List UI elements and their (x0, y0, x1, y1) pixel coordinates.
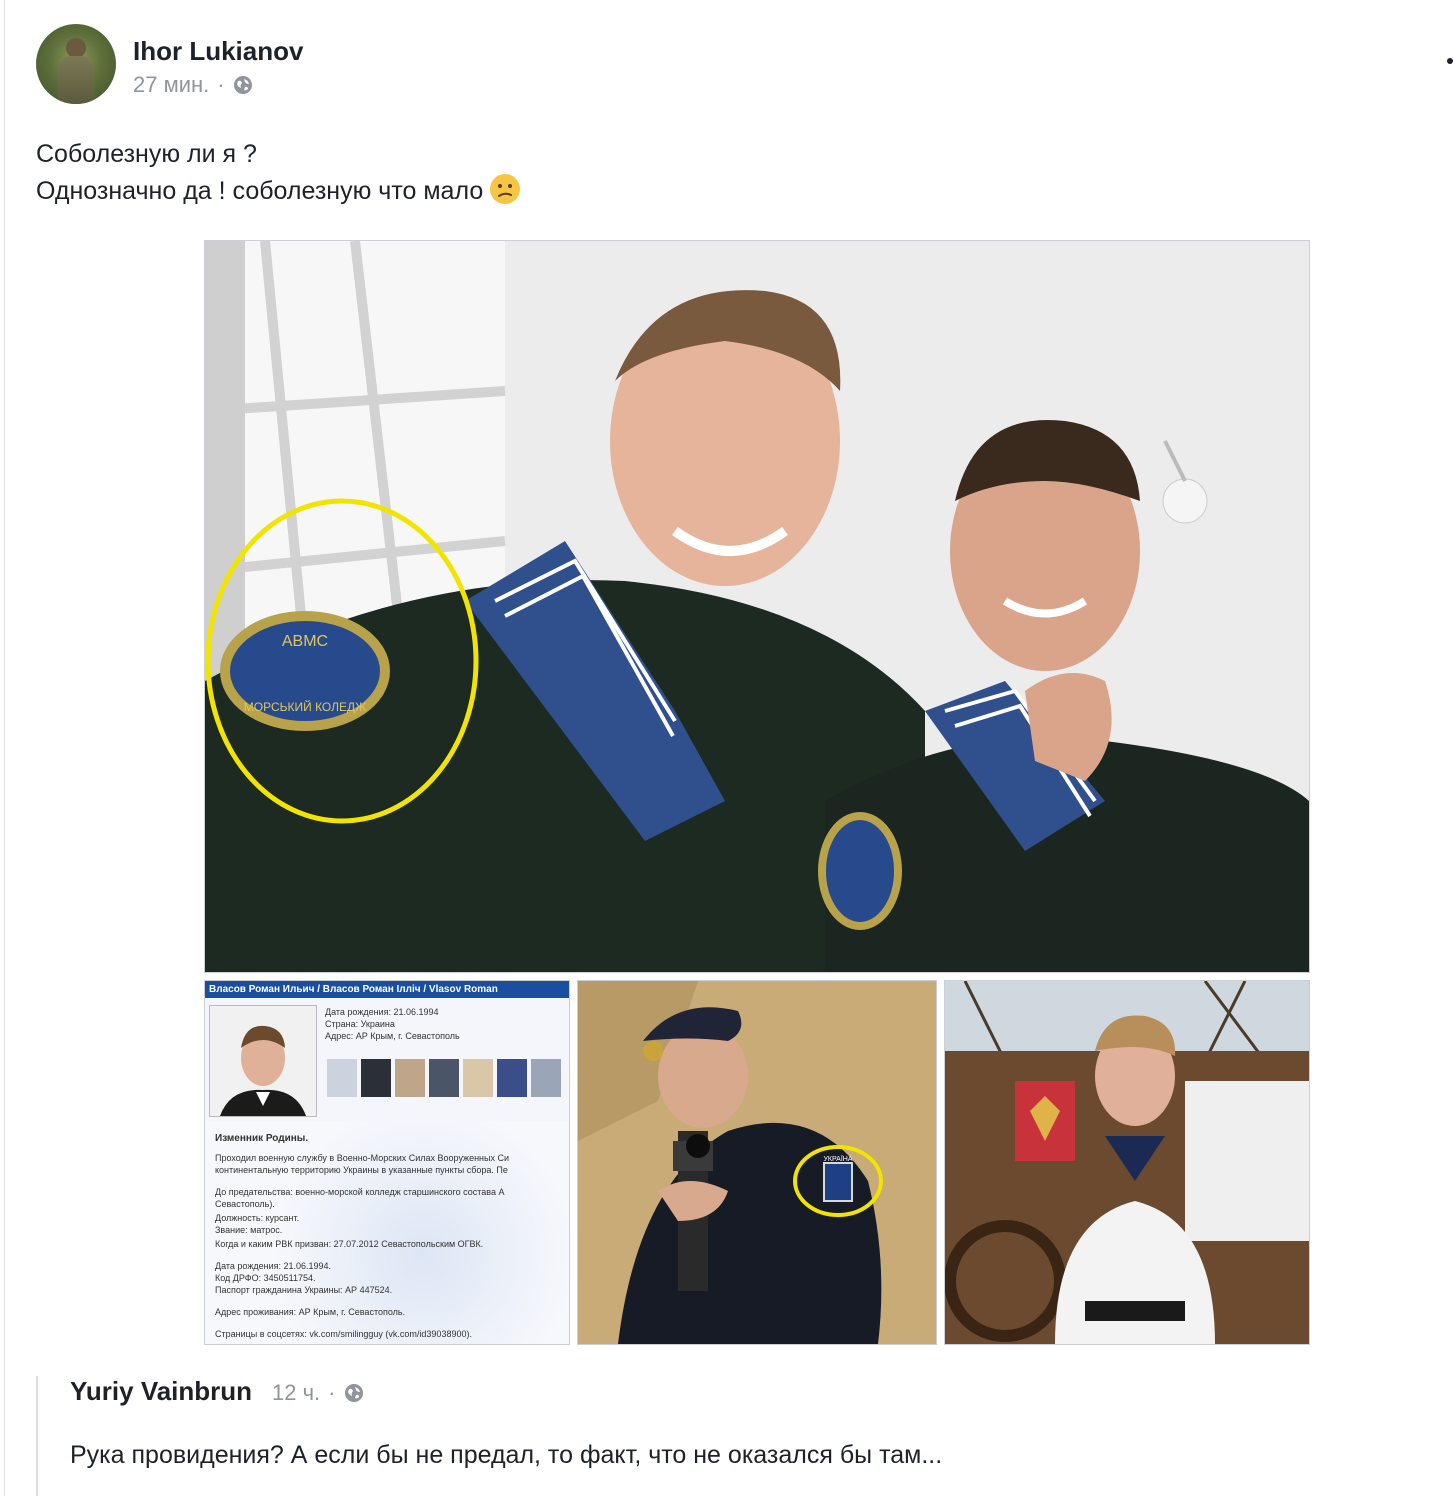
profile-line-11: Адрес проживания: АР Крым, г. Севастопол… (215, 1307, 406, 1317)
soldier-rifle-illustration: УКРАЇНА (578, 981, 936, 1344)
profile-country: Страна: Украина (325, 1019, 395, 1029)
post-timestamp[interactable]: 27 мин. (133, 72, 209, 98)
sailor-ship-illustration (945, 981, 1309, 1344)
profile-line-8: Дата рождения: 21.06.1994. (215, 1261, 332, 1271)
globe-icon[interactable] (344, 1383, 364, 1403)
profile-line-12: Страницы в соцсетях: vk.com/smilingguy (… (215, 1329, 472, 1339)
profile-line-6: Звание: матрос. (215, 1225, 283, 1235)
patch-text-bottom: МОРСЬКИЙ КОЛЕДЖ (244, 699, 366, 714)
main-photo[interactable]: АВМС МОРСЬКИЙ КОЛЕДЖ (204, 240, 1310, 973)
profile-title: Изменник Родины. (215, 1133, 309, 1144)
comment-author-name[interactable]: Yuriy Vainbrun (70, 1376, 252, 1407)
profile-card-header: Власов Роман Ильич / Власов Роман Ілліч … (205, 981, 569, 998)
profile-line-3: До предательства: военно-морской колледж… (215, 1187, 505, 1197)
comment-meta-separator: · (328, 1380, 336, 1405)
profile-line-9: Код ДРФО: 3450511754. (215, 1273, 316, 1283)
patch-text-top: АВМС (282, 633, 328, 650)
profile-line-4: Севастополь). (215, 1199, 275, 1209)
sailor-ship-photo[interactable] (944, 980, 1310, 1345)
profile-line-2: континентальную территорию Украины в ука… (215, 1165, 508, 1175)
comment-left-rule (36, 1376, 38, 1496)
avatar-figure-head (66, 38, 86, 58)
profile-line-7: Когда и каким РВК призван: 27.07.2012 Се… (215, 1239, 484, 1249)
profile-line-1: Проходил военную службу в Военно-Морских… (215, 1153, 510, 1163)
feed-left-border (4, 0, 5, 1496)
profile-birth: Дата рождения: 21.06.1994 (325, 1007, 439, 1017)
post-text-line-2-content: Однозначно да ! соболезную что мало (36, 177, 484, 205)
profile-card-portrait (209, 1005, 317, 1117)
main-photo-illustration: АВМС МОРСЬКИЙ КОЛЕДЖ (205, 241, 1309, 972)
soldier-patch-text: УКРАЇНА (823, 1155, 852, 1163)
confused-face-emoji-icon (490, 174, 521, 204)
post-author-name[interactable]: Ihor Lukianov (133, 36, 303, 67)
post-text-line-2: Однозначно да ! соболезную что мало (36, 173, 521, 210)
meta-separator: · (217, 72, 225, 97)
profile-photo-strip (327, 1059, 567, 1099)
more-options-icon[interactable] (1447, 58, 1453, 64)
profile-address: Адрес: АР Крым, г. Севастополь (325, 1031, 460, 1041)
comment-meta: 12 ч. · (272, 1380, 364, 1406)
profile-card-photo[interactable]: Власов Роман Ильич / Власов Роман Ілліч … (204, 980, 570, 1345)
comment-text: Рука провидения? А если бы не предал, то… (70, 1441, 943, 1469)
post-text: Соболезную ли я ? Однозначно да ! соболе… (36, 136, 521, 210)
globe-icon[interactable] (233, 75, 253, 95)
soldier-rifle-photo[interactable]: УКРАЇНА (577, 980, 937, 1345)
profile-line-10: Паспорт гражданина Украины: АР 447524. (215, 1285, 393, 1295)
profile-line-5: Должность: курсант. (215, 1213, 300, 1223)
author-avatar[interactable] (36, 24, 116, 104)
comment-timestamp[interactable]: 12 ч. (272, 1380, 320, 1406)
post-text-line-1: Соболезную ли я ? (36, 140, 257, 168)
avatar-figure-body (58, 56, 94, 104)
post-meta: 27 мин. · (133, 72, 253, 98)
